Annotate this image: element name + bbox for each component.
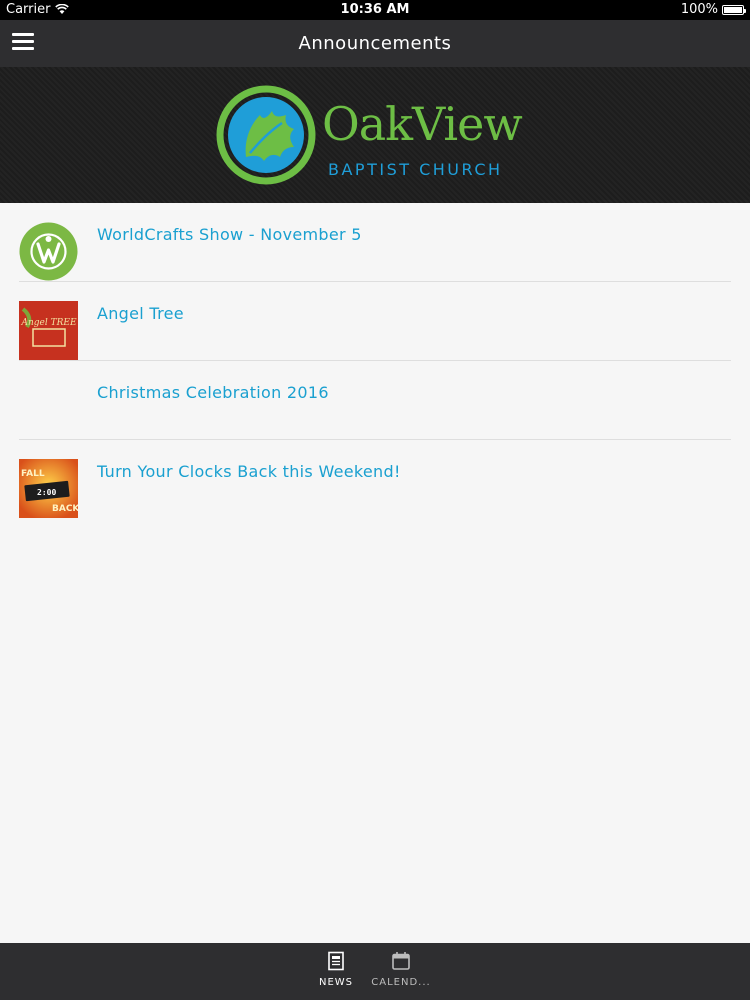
announcement-title: WorldCrafts Show - November 5	[97, 225, 362, 244]
church-logo: OakView BAPTIST CHURCH	[216, 85, 536, 185]
announcement-item[interactable]: Christmas Celebration 2016	[0, 361, 750, 440]
announcement-title: Christmas Celebration 2016	[97, 383, 329, 402]
battery-percentage: 100%	[680, 2, 718, 17]
tab-news[interactable]: NEWS	[306, 951, 366, 988]
tab-news-label: NEWS	[318, 977, 354, 988]
navigation-bar: Announcements	[0, 20, 750, 67]
battery-indicator: 100%	[680, 2, 746, 17]
announcement-item[interactable]: WorldCrafts Show - November 5	[0, 203, 750, 282]
clock-thumb-text: 2:00	[37, 488, 56, 497]
angel-tree-icon: Angel TREE	[19, 301, 78, 360]
battery-icon	[722, 4, 746, 15]
status-bar: Carrier 10:36 AM 100%	[0, 0, 750, 20]
logo-title: OakView	[322, 97, 523, 151]
angel-tree-thumb-text: Angel TREE	[20, 318, 76, 328]
church-banner: OakView BAPTIST CHURCH	[0, 67, 750, 203]
announcement-item[interactable]: FALL BACK 2:00 Turn Your Clocks Back thi…	[0, 440, 750, 520]
back-thumb-text: BACK	[52, 504, 78, 514]
calendar-icon	[392, 952, 410, 970]
status-time: 10:36 AM	[340, 2, 410, 17]
tab-calendar[interactable]: CALEND...	[371, 951, 431, 988]
worldcrafts-logo-icon	[19, 222, 78, 281]
fall-back-clock-icon: FALL BACK 2:00	[19, 459, 78, 518]
page-title: Announcements	[298, 33, 452, 54]
announcement-title: Angel Tree	[97, 304, 184, 323]
oak-leaf-logo-icon	[216, 85, 316, 185]
announcements-list[interactable]: WorldCrafts Show - November 5 Angel TREE…	[0, 203, 750, 943]
announcement-item[interactable]: Angel TREE Angel Tree	[0, 282, 750, 361]
news-icon	[328, 951, 344, 971]
announcement-title: Turn Your Clocks Back this Weekend!	[97, 462, 401, 481]
tab-calendar-label: CALEND...	[371, 977, 431, 988]
fall-thumb-text: FALL	[21, 469, 45, 479]
logo-subtitle: BAPTIST CHURCH	[328, 160, 503, 179]
tab-bar: NEWS CALEND...	[0, 943, 750, 1000]
